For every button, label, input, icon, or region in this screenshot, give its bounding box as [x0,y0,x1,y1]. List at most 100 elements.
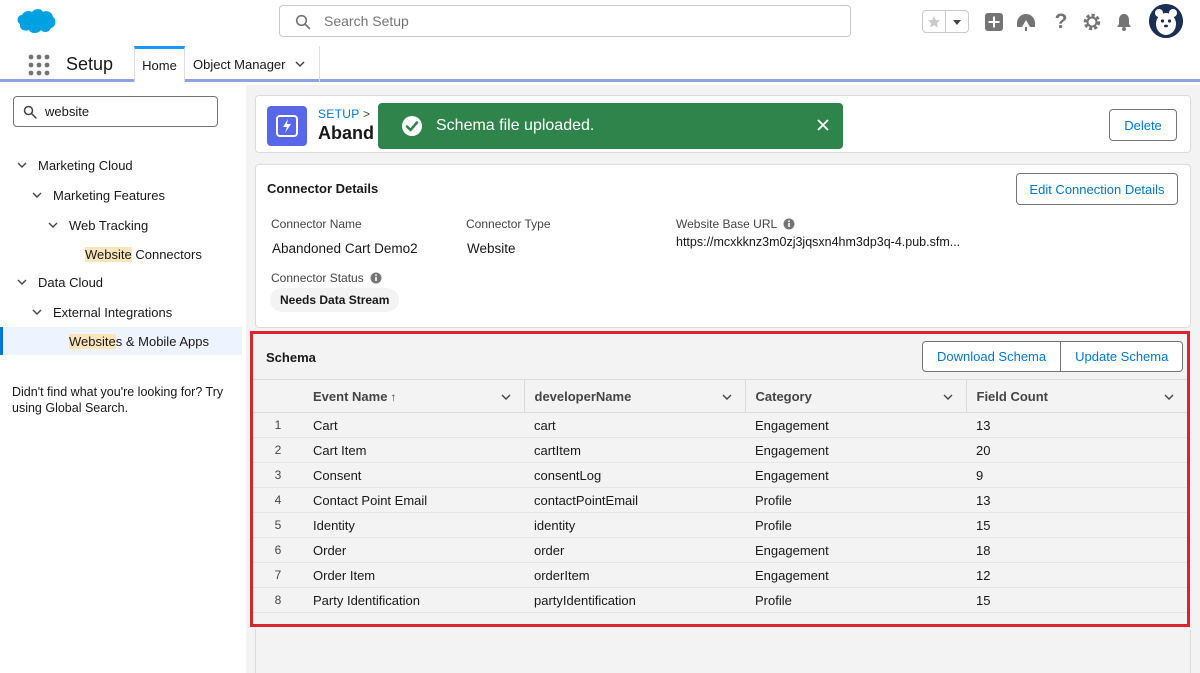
avatar[interactable] [1149,4,1183,38]
row-number: 3 [253,462,303,488]
update-schema-button[interactable]: Update Schema [1061,341,1184,372]
tab-home-label: Home [142,58,177,73]
bell-icon [1117,14,1131,31]
help-icon: ? [1054,10,1068,33]
category-cell: Engagement [745,437,966,463]
global-actions-button[interactable] [983,11,1005,33]
setup-search-box[interactable] [279,5,851,37]
table-row[interactable]: 6 Order order Engagement 18 [253,537,1187,563]
tree-item-label: Marketing Cloud [38,157,133,173]
search-icon [23,105,37,119]
chevron-down-icon[interactable] [31,306,43,318]
tree-item-web-tracking[interactable]: Web Tracking [47,214,148,236]
table-row[interactable]: 8 Party Identification partyIdentificati… [253,587,1187,613]
setup-gear-button[interactable] [1081,11,1103,33]
event-name-cell: Party Identification [303,587,524,613]
app-name: Setup [66,54,114,74]
field-label: Connector Status [271,271,364,285]
developer-name-cell: orderItem [524,562,745,588]
chevron-down-icon[interactable] [31,189,43,201]
app-launcher-icon[interactable] [28,54,50,76]
context-bar: Setup Home Object Manager [0,46,1200,82]
column-header-field-count[interactable]: Field Count [966,379,1187,413]
tree-item-data-cloud[interactable]: Data Cloud [16,271,103,293]
setup-search-input[interactable] [324,6,824,36]
star-icon [928,15,940,27]
developer-name-cell: order [524,537,745,563]
column-header-developer-name[interactable]: developerName [524,379,746,413]
tree-item-label: Web Tracking [69,217,149,233]
trailhead-button[interactable] [1015,11,1037,33]
field-count-cell: 15 [966,587,1187,613]
row-number-header [253,379,303,413]
chevron-down-icon[interactable] [1163,391,1175,403]
info-icon[interactable] [370,272,382,284]
field-count-cell: 13 [966,487,1187,513]
chevron-down-icon[interactable] [942,391,954,403]
help-button[interactable]: ? [1050,10,1072,33]
field-label: Connector Name [271,217,362,231]
breadcrumb-separator: > [362,107,371,121]
row-number: 2 [253,437,303,463]
schema-highlight-frame: Schema Download Schema Update Schema Eve… [250,331,1190,627]
delete-button[interactable]: Delete [1109,109,1177,141]
notifications-button[interactable] [1113,11,1135,33]
tree-item-marketing-features[interactable]: Marketing Features [31,184,165,206]
tree-item-marketing-cloud[interactable]: Marketing Cloud [16,154,133,176]
column-header-label: developerName [534,388,632,404]
table-row[interactable]: 7 Order Item orderItem Engagement 12 [253,562,1187,588]
column-header-label: Category [755,388,812,404]
column-header-label: Event Name [313,388,388,404]
event-name-cell: Cart Item [303,437,524,463]
search-match-highlight: Website [69,333,116,349]
developer-name-cell: consentLog [524,462,745,488]
salesforce-cloud-logo[interactable] [16,8,56,36]
favorites-button[interactable] [923,11,946,32]
table-row[interactable]: 1 Cart cart Engagement 13 [253,412,1187,438]
tree-item-external-integrations[interactable]: External Integrations [31,301,172,323]
table-row[interactable]: 5 Identity identity Profile 15 [253,512,1187,538]
chevron-down-icon[interactable] [721,391,733,403]
tree-item-websites-mobile-apps[interactable]: Website s & Mobile Apps [0,327,242,355]
category-cell: Engagement [745,537,966,563]
column-header-event-name[interactable]: Event Name ↑ [303,379,525,413]
breadcrumb[interactable]: SETUP > [318,107,370,121]
success-toast: Schema file uploaded. [378,103,843,149]
field-count-cell: 15 [966,512,1187,538]
category-cell: Profile [745,512,966,538]
download-schema-button[interactable]: Download Schema [922,341,1062,372]
chevron-down-icon[interactable] [16,276,28,288]
global-header: ? [0,0,1200,46]
tab-home[interactable]: Home [134,46,185,82]
event-name-cell: Consent [303,462,524,488]
chevron-down-icon[interactable] [294,58,306,70]
column-header-category[interactable]: Category [745,379,967,413]
breadcrumb-setup[interactable]: SETUP [318,107,359,121]
developer-name-cell: cartItem [524,437,745,463]
developer-name-cell: identity [524,512,745,538]
search-match-highlight: Website [85,246,132,262]
quick-find-input[interactable] [45,97,215,126]
page-title: Aband [318,123,374,143]
close-icon[interactable] [815,117,831,133]
info-icon[interactable] [783,218,795,230]
global-search-hint: Didn't find what you're looking for? Try… [12,385,224,415]
card-title: Schema [266,350,316,365]
tab-object-manager[interactable]: Object Manager [185,46,320,82]
quick-find-box[interactable] [13,96,218,127]
tree-item-website-connectors[interactable]: Website Connectors [85,243,202,265]
row-number: 1 [253,412,303,438]
edit-connection-details-button[interactable]: Edit Connection Details [1016,173,1178,205]
chevron-down-icon[interactable] [16,159,28,171]
favorites-list-button[interactable] [946,11,968,32]
connector-bolt-icon [276,115,298,137]
chevron-down-icon[interactable] [47,219,59,231]
table-row[interactable]: 4 Contact Point Email contactPointEmail … [253,487,1187,513]
table-row[interactable]: 3 Consent consentLog Engagement 9 [253,462,1187,488]
category-cell: Engagement [745,562,966,588]
card-title: Connector Details [267,181,379,196]
field-label: Connector Type [466,217,551,231]
chevron-down-icon[interactable] [500,391,512,403]
sort-ascending-icon[interactable]: ↑ [390,390,396,404]
table-row[interactable]: 2 Cart Item cartItem Engagement 20 [253,437,1187,463]
